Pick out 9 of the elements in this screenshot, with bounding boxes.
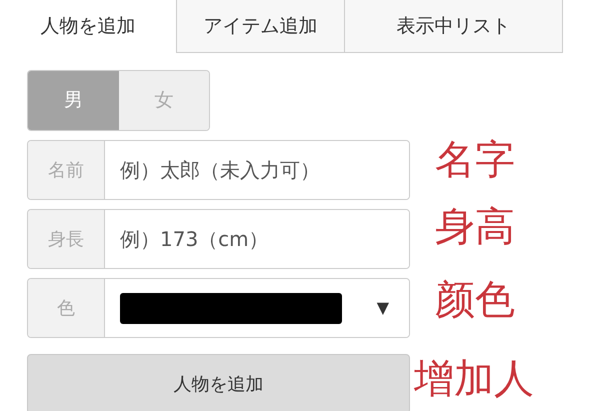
annotation-text: 名字 xyxy=(435,136,515,184)
field-label: 身長 xyxy=(28,210,105,268)
annotation-text: 身高 xyxy=(435,203,515,251)
add-person-button[interactable]: 人物を追加 xyxy=(27,354,410,411)
tab[interactable]: 表示中リスト xyxy=(345,0,563,53)
tab[interactable]: アイテム追加 xyxy=(177,0,345,53)
field-label: 名前 xyxy=(28,141,105,199)
annotation-text: 增加人 xyxy=(414,355,534,403)
annotation-text: 颜色 xyxy=(435,276,515,324)
